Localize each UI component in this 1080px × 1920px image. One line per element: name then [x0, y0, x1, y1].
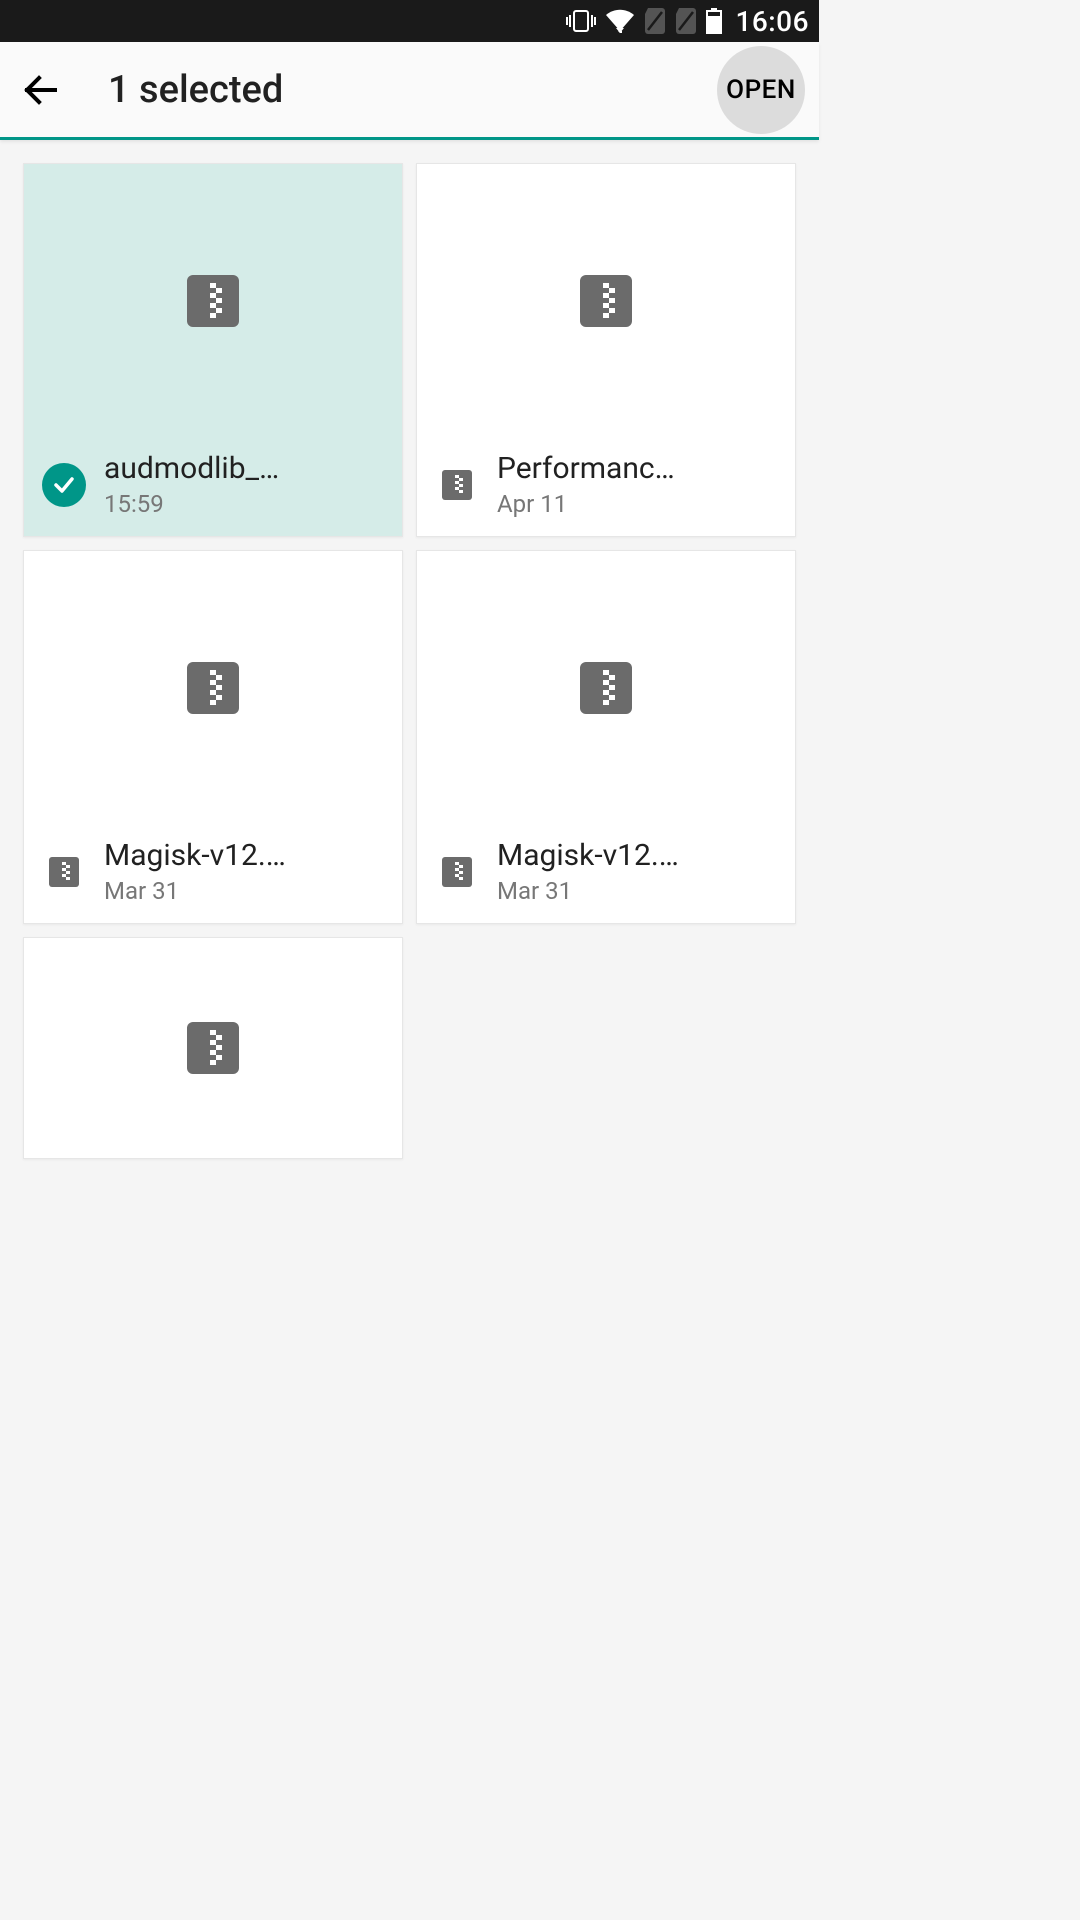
archive-icon — [187, 662, 239, 714]
file-footer: Magisk-v12.… Mar 31 — [24, 824, 402, 923]
archive-icon — [187, 1022, 239, 1074]
file-type-icon — [435, 463, 479, 507]
status-bar: 16:06 — [0, 0, 819, 42]
file-preview — [24, 164, 402, 437]
open-button-label: OPEN — [726, 75, 796, 105]
selection-title: 1 selected — [108, 68, 717, 112]
file-date: Mar 31 — [497, 877, 679, 905]
archive-icon — [442, 470, 472, 500]
file-date: 15:59 — [104, 490, 279, 518]
battery-icon — [706, 8, 722, 34]
file-footer: Magisk-v12.… Mar 31 — [417, 824, 795, 923]
file-card[interactable] — [23, 937, 403, 1159]
file-grid: audmodlib_… 15:59 Performanc… Apr 11 — [0, 140, 819, 1159]
file-preview — [417, 164, 795, 437]
archive-icon — [580, 275, 632, 327]
file-name: Magisk-v12.… — [104, 838, 286, 873]
file-card[interactable]: Performanc… Apr 11 — [416, 163, 796, 537]
wifi-icon — [605, 9, 635, 33]
file-name: Magisk-v12.… — [497, 838, 679, 873]
vibrate-icon — [566, 9, 596, 33]
archive-icon — [580, 662, 632, 714]
file-footer: audmodlib_… 15:59 — [24, 437, 402, 536]
file-card[interactable]: Magisk-v12.… Mar 31 — [416, 550, 796, 924]
file-date: Mar 31 — [104, 877, 286, 905]
archive-icon — [442, 857, 472, 887]
archive-icon — [49, 857, 79, 887]
file-preview — [24, 551, 402, 824]
selected-check-icon — [42, 463, 86, 507]
app-bar: 1 selected OPEN — [0, 42, 819, 140]
file-footer: Performanc… Apr 11 — [417, 437, 795, 536]
file-type-icon — [435, 850, 479, 894]
arrow-back-icon — [21, 70, 61, 110]
back-button[interactable] — [14, 63, 68, 117]
sim-1-icon — [644, 8, 666, 34]
file-preview — [417, 551, 795, 824]
archive-icon — [187, 275, 239, 327]
file-type-icon — [42, 850, 86, 894]
file-preview — [24, 938, 402, 1158]
file-card[interactable]: audmodlib_… 15:59 — [23, 163, 403, 537]
file-date: Apr 11 — [497, 490, 675, 518]
file-card[interactable]: Magisk-v12.… Mar 31 — [23, 550, 403, 924]
status-clock: 16:06 — [735, 5, 809, 38]
sim-2-icon — [675, 8, 697, 34]
file-name: Performanc… — [497, 451, 675, 486]
open-button[interactable]: OPEN — [717, 46, 805, 134]
file-name: audmodlib_… — [104, 451, 279, 486]
